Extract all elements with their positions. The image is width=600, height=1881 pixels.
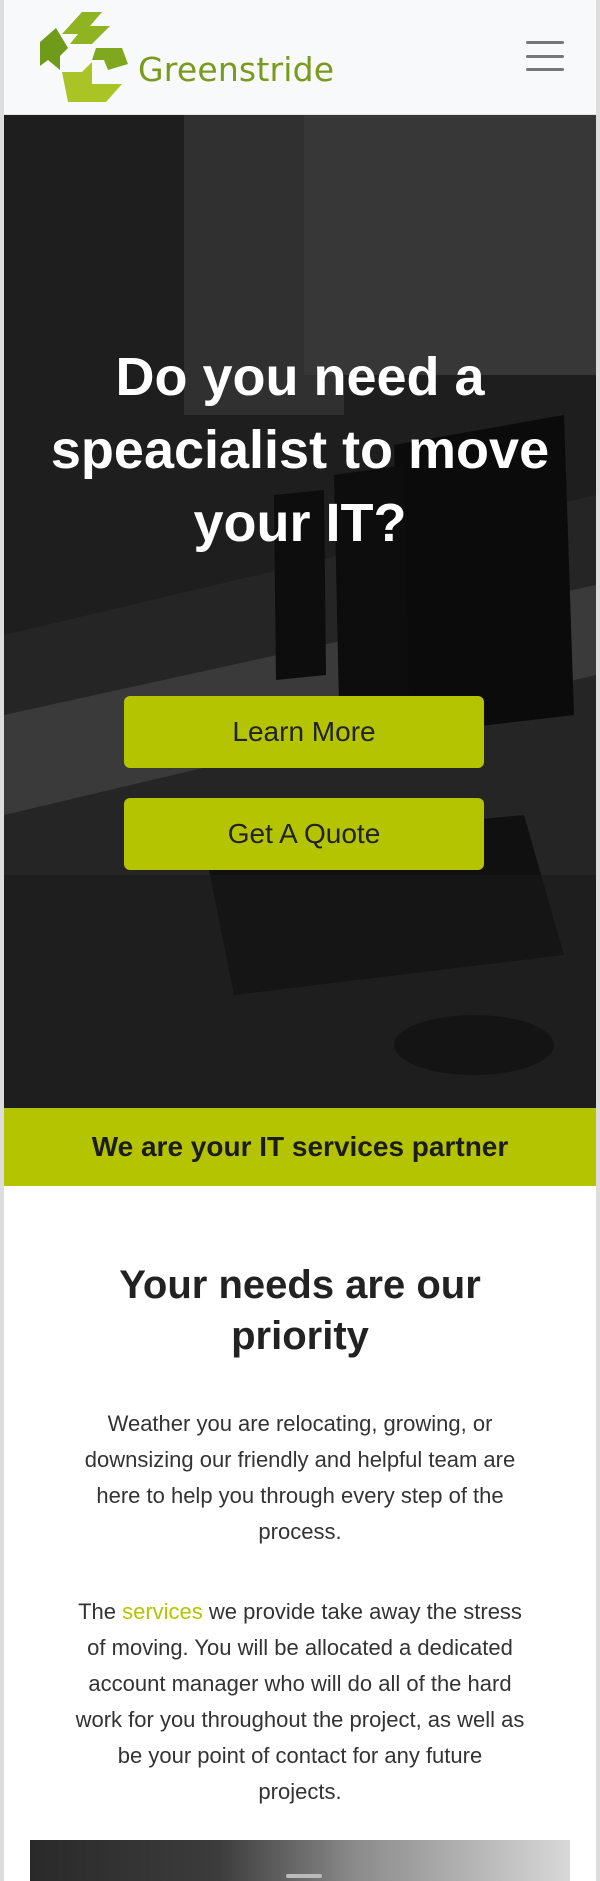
hero-section: Do you need a speacialist to move your I…: [4, 115, 596, 1108]
brand-logo[interactable]: Greenstride: [32, 8, 334, 108]
menu-line: [526, 68, 564, 71]
brand-name: Greenstride: [138, 49, 335, 89]
page: Greenstride Do you need a speacialist to…: [0, 0, 600, 1881]
site-header: Greenstride: [4, 0, 596, 115]
hero-title: Do you need a speacialist to move your I…: [50, 347, 550, 553]
section-heading: Your needs are our priority: [119, 1263, 481, 1358]
scrollbar-handle[interactable]: [286, 1874, 322, 1878]
intro-paragraph: Weather you are relocating, growing, or …: [84, 1411, 516, 1544]
menu-line: [526, 54, 564, 58]
services-link[interactable]: services: [122, 1599, 203, 1624]
priority-section: Your needs are our priority Weather you …: [4, 1260, 596, 1810]
services-paragraph: The services we provide take away the st…: [40, 1594, 560, 1810]
hamburger-menu-icon[interactable]: [526, 41, 564, 71]
hero-overlay: [4, 115, 596, 1108]
services-paragraph-prefix: The: [78, 1599, 123, 1624]
services-paragraph-suffix: we provide take away the stress of movin…: [75, 1599, 525, 1804]
get-a-quote-button[interactable]: Get A Quote: [124, 798, 484, 870]
partner-banner: We are your IT services partner: [4, 1108, 596, 1186]
menu-line: [526, 41, 564, 44]
learn-more-button[interactable]: Learn More: [124, 696, 484, 768]
greenstride-logo-icon: [40, 12, 128, 102]
